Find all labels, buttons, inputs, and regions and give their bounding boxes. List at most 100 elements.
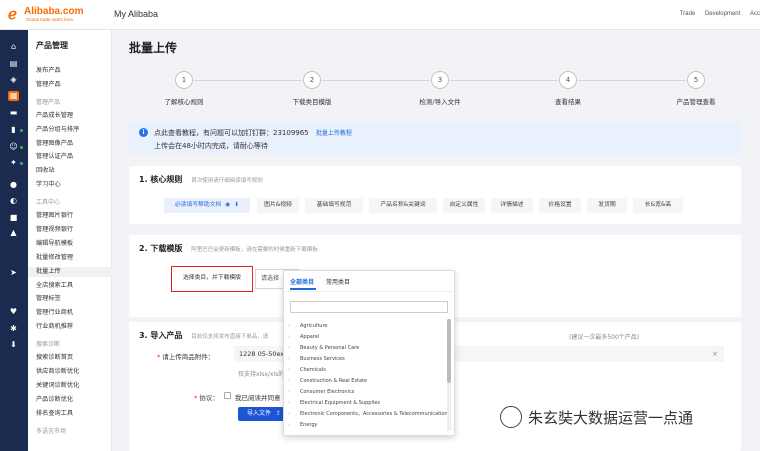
category-label: Energy (300, 422, 318, 428)
category-item[interactable]: › Construction & Real Estate (288, 376, 367, 386)
required-mark: * (157, 353, 161, 361)
sidebar-item[interactable]: 行业商机推荐 (36, 322, 112, 332)
logo-tagline: Global trade starts here. (26, 17, 75, 22)
alibaba-logo[interactable]: ℯ Alibaba.com Global trade starts here. (8, 5, 103, 25)
sidebar-item[interactable]: 产品诊断优化 (36, 395, 112, 405)
bank-icon[interactable]: ▲ (8, 228, 19, 238)
settings-icon[interactable]: ✱ (8, 324, 19, 334)
category-label: Consumer Electronics (300, 389, 355, 395)
close-icon[interactable]: × (712, 346, 718, 362)
step-number: 1 (175, 71, 193, 89)
scrollbar-thumb[interactable] (447, 319, 451, 383)
status-dot (20, 146, 23, 149)
sidebar-item[interactable]: 管理行业商机 (36, 308, 112, 318)
category-item[interactable]: › Consumer Electronics (288, 387, 354, 397)
sidebar-item[interactable]: 批量修改管理 (36, 253, 112, 263)
agreement-checkbox[interactable] (224, 392, 231, 399)
chevron-right-icon: › (288, 422, 290, 428)
send-icon[interactable]: ➤ (8, 268, 19, 278)
sidebar-item[interactable]: 关键词诊断优化 (36, 381, 112, 391)
lock-icon[interactable]: ■ (8, 213, 19, 223)
sidebar-item[interactable]: 供应商诊断优化 (36, 367, 112, 377)
step-number: 5 (687, 71, 705, 89)
category-item[interactable]: › Energy (288, 420, 318, 430)
rule-tag[interactable]: 自定义属性 (443, 198, 485, 213)
sidebar-item[interactable]: 管理认证产品 (36, 152, 112, 162)
rule-tag[interactable]: 图片&视频 (257, 198, 299, 213)
sidebar-item[interactable]: 编辑导航模板 (36, 239, 112, 249)
category-item[interactable]: › Business Services (288, 354, 345, 364)
import-products-subtitle: 目前仅支持发布直接下单品，请 (191, 334, 269, 340)
user-icon[interactable]: ● (8, 180, 19, 190)
sidebar-item[interactable]: 搜索诊断首页 (36, 353, 112, 363)
flash-icon[interactable]: ✦ (8, 158, 19, 168)
sidebar-item[interactable]: 管理标签 (36, 294, 112, 304)
notice-text: 点此查看教程，有问题可以加钉钉群：23109965 (154, 129, 309, 137)
category-dropdown: 全部类目 常用类目 › Agriculture › Apparel › Beauty & … (283, 270, 456, 436)
download-icon[interactable]: ⬇ (234, 202, 239, 208)
chart-icon[interactable]: ▮ (8, 125, 19, 135)
sidebar-item[interactable]: 管理图像产品 (36, 139, 112, 149)
people-icon[interactable]: ☺ (8, 142, 19, 152)
sidebar-item[interactable]: 回收站 (36, 166, 112, 176)
sidebar-item[interactable]: 学习中心 (36, 180, 112, 190)
message-icon[interactable]: ▬ (8, 108, 19, 118)
category-label: Construction & Real Estate (300, 378, 368, 384)
chevron-right-icon: › (288, 323, 290, 329)
category-scrollbar[interactable] (447, 319, 451, 431)
sidebar-item[interactable]: 排名查询工具 (36, 409, 112, 419)
sidebar-title: 产品管理 (36, 41, 68, 50)
top-link-development[interactable]: Development (705, 11, 740, 17)
rule-tag-label: 图片&视频 (264, 202, 292, 208)
category-item[interactable]: › Electrical Equipment & Supplies (288, 398, 380, 408)
rule-tag[interactable]: 价格设置 (539, 198, 581, 213)
sidebar-item[interactable]: 管理视频银行 (36, 225, 112, 235)
heart-icon[interactable]: ♥ (8, 307, 19, 317)
rule-tag[interactable]: 详情描述 (491, 198, 533, 213)
sidebar-item[interactable]: 批量上传 (28, 266, 112, 277)
download-icon[interactable]: ⬇ (8, 340, 19, 350)
category-item[interactable]: › Beauty & Personal Care (288, 343, 359, 353)
sidebar-item[interactable]: 全店搜索工具 (36, 281, 112, 291)
category-search-input[interactable] (290, 301, 448, 313)
chevron-right-icon: › (288, 400, 290, 406)
category-item[interactable]: › Agriculture (288, 321, 328, 331)
top-link-trade[interactable]: Trade (680, 11, 695, 17)
rule-tag[interactable]: 发货期 (587, 198, 627, 213)
notice-line-2: 上传会在48小时内完成，请耐心等待 (154, 142, 268, 150)
section-title: 1. 核心规则 首次使用请仔细阅读填写规则 (139, 174, 263, 185)
step-number: 4 (559, 71, 577, 89)
bell-icon[interactable]: ◐ (8, 196, 19, 206)
step-progress: 1 了解核心规则 2 下载类目模版 3 检测/导入文件 4 查看结果 5 产品管理查看 (112, 70, 760, 110)
shield-icon[interactable]: ◈ (8, 75, 19, 85)
rule-tag-label: 价格设置 (548, 202, 572, 208)
core-rules-card: 1. 核心规则 首次使用请仔细阅读填写规则 必读填写帮助文档 ◉ ⬇ 图片&视频 基础填… (129, 166, 741, 224)
agreement-text[interactable]: 我已阅读并同意 (235, 392, 281, 402)
sidebar-item[interactable]: 发布产品 (36, 66, 112, 76)
category-item[interactable]: › Chemicals (288, 365, 326, 375)
eye-icon[interactable]: ◉ (225, 202, 230, 208)
tab-all-categories[interactable]: 全部类目 (290, 277, 314, 286)
rule-tag-label: 必读填写帮助文档 (174, 202, 222, 208)
notice-line-1: 点此查看教程，有问题可以加钉钉群：23109965 批量上传教程 (154, 128, 352, 138)
sidebar-item[interactable]: 产品分组与排序 (36, 125, 112, 135)
rule-tag[interactable]: 产品名称&关键词 (369, 198, 437, 213)
sidebar-item[interactable]: 管理产品 (36, 80, 112, 90)
rule-tag[interactable]: 长&宽&高 (633, 198, 683, 213)
rule-tag[interactable]: 基础填写规范 (305, 198, 363, 213)
rule-tag[interactable]: 必读填写帮助文档 ◉ ⬇ (164, 198, 250, 213)
inbox-icon[interactable]: ▤ (8, 59, 19, 69)
home-icon[interactable]: ⌂ (8, 42, 19, 52)
tab-common-categories[interactable]: 常用类目 (326, 277, 350, 286)
tutorial-link[interactable]: 批量上传教程 (316, 130, 352, 137)
rule-tag-label: 详情描述 (500, 202, 524, 208)
category-label: Agriculture (300, 323, 328, 329)
category-item[interactable]: › Electronic Components，Accessories & Tel… (288, 409, 450, 419)
grid-icon[interactable]: ▦ (8, 91, 19, 101)
sidebar-item[interactable]: 管理图片银行 (36, 211, 112, 221)
select-category-button[interactable]: 选择类目，并下载模版 (171, 266, 253, 292)
site-title[interactable]: My Alibaba (114, 9, 158, 19)
category-item[interactable]: › Apparel (288, 332, 319, 342)
sidebar-item[interactable]: 产品成长管理 (36, 111, 112, 121)
top-link-account[interactable]: Acc (750, 11, 760, 17)
